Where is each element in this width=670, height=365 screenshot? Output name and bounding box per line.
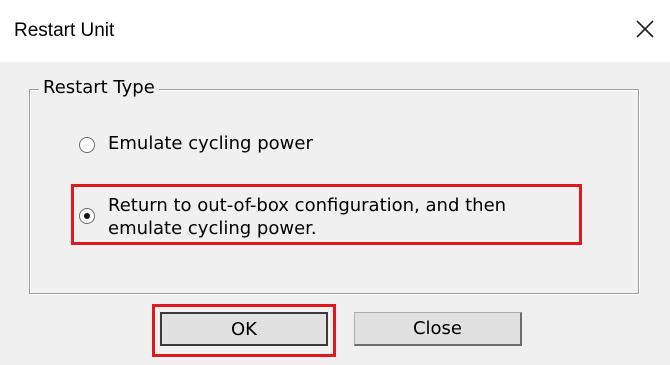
window-title: Restart Unit: [14, 20, 115, 41]
radio-dot: [84, 213, 90, 219]
radio-button-selected[interactable]: [79, 208, 95, 224]
restart-unit-dialog: Restart Unit Restart Type Emulate cyclin…: [0, 0, 670, 365]
option-label: Return to out-of-box configuration, and …: [108, 195, 507, 239]
close-button[interactable]: Close: [354, 312, 522, 346]
option-emulate-cycling-power[interactable]: Emulate cycling power: [79, 132, 313, 155]
restart-type-label: Restart Type: [39, 77, 159, 98]
title-bar[interactable]: Restart Unit: [0, 0, 670, 62]
close-icon[interactable]: [630, 14, 660, 44]
ok-button[interactable]: OK: [160, 312, 328, 346]
option-label: Emulate cycling power: [108, 133, 313, 154]
radio-button-unselected[interactable]: [79, 137, 95, 153]
restart-type-group: [29, 89, 639, 294]
option-return-to-out-of-box[interactable]: Return to out-of-box configuration, and …: [79, 194, 506, 240]
